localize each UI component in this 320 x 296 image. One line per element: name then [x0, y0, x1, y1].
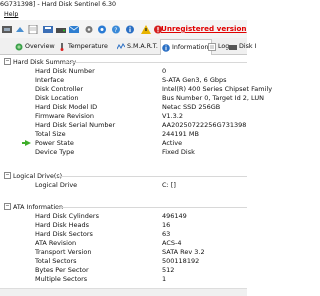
refresh-icon[interactable] — [14, 24, 25, 34]
collapse-icon[interactable]: − — [4, 57, 11, 65]
tab-label: S.M.A.R.T. — [127, 43, 158, 50]
report-icon[interactable] — [27, 24, 38, 34]
tab-disk[interactable]: Disk I — [228, 40, 259, 53]
tab-temperature[interactable]: Temperature — [57, 40, 111, 53]
menu-bar: Help — [0, 10, 247, 20]
tab-label: Information — [172, 44, 209, 51]
toolbar: ? Unregistered version — [0, 20, 247, 39]
thermometer-icon — [58, 42, 66, 51]
tab-information[interactable]: Information — [160, 39, 213, 56]
disk-info-icon[interactable] — [42, 24, 53, 34]
mail-icon[interactable] — [68, 24, 79, 34]
tab-overview[interactable]: Overview — [14, 40, 58, 53]
divider — [56, 207, 247, 208]
tab-label: Temperature — [68, 43, 108, 50]
gear-icon[interactable] — [83, 24, 94, 34]
section-ata-information[interactable]: − ATA Information — [4, 202, 63, 212]
warning-icon[interactable] — [140, 24, 151, 34]
disk-icon[interactable] — [1, 24, 12, 34]
drive-icon[interactable] — [55, 24, 66, 34]
information-panel: − Hard Disk Summary Hard Disk Number 0 Int… — [0, 55, 272, 296]
help-icon[interactable]: ? — [110, 24, 121, 34]
tab-bar: Overview Temperature S.M.A.R.T. Informat… — [0, 38, 256, 56]
log-icon — [208, 42, 216, 51]
svg-text:?: ? — [114, 27, 117, 34]
unregistered-version-link[interactable]: Unregistered version — [161, 24, 247, 34]
globe-icon — [15, 43, 23, 51]
section-logical-drives[interactable]: − Logical Drive(s) — [4, 171, 63, 181]
menu-help[interactable]: Help — [0, 11, 18, 18]
info-icon — [162, 43, 170, 52]
divider — [64, 62, 247, 63]
window-title: 6G731398] - Hard Disk Sentinel 6.30 — [0, 0, 247, 10]
arrow-right-icon — [25, 140, 31, 146]
tab-smart[interactable]: S.M.A.R.T. — [116, 40, 161, 53]
divider — [58, 176, 247, 177]
collapse-icon[interactable]: − — [4, 171, 11, 179]
tab-label: Overview — [25, 43, 55, 50]
collapse-icon[interactable]: − — [4, 202, 11, 210]
options-icon[interactable] — [96, 24, 107, 34]
tab-label: Disk I — [239, 43, 257, 50]
horizontal-scrollbar[interactable] — [0, 288, 247, 296]
info-icon[interactable] — [124, 24, 135, 34]
smart-icon — [116, 42, 126, 51]
disk-icon — [229, 43, 237, 51]
section-title: Logical Drive(s) — [13, 173, 63, 180]
